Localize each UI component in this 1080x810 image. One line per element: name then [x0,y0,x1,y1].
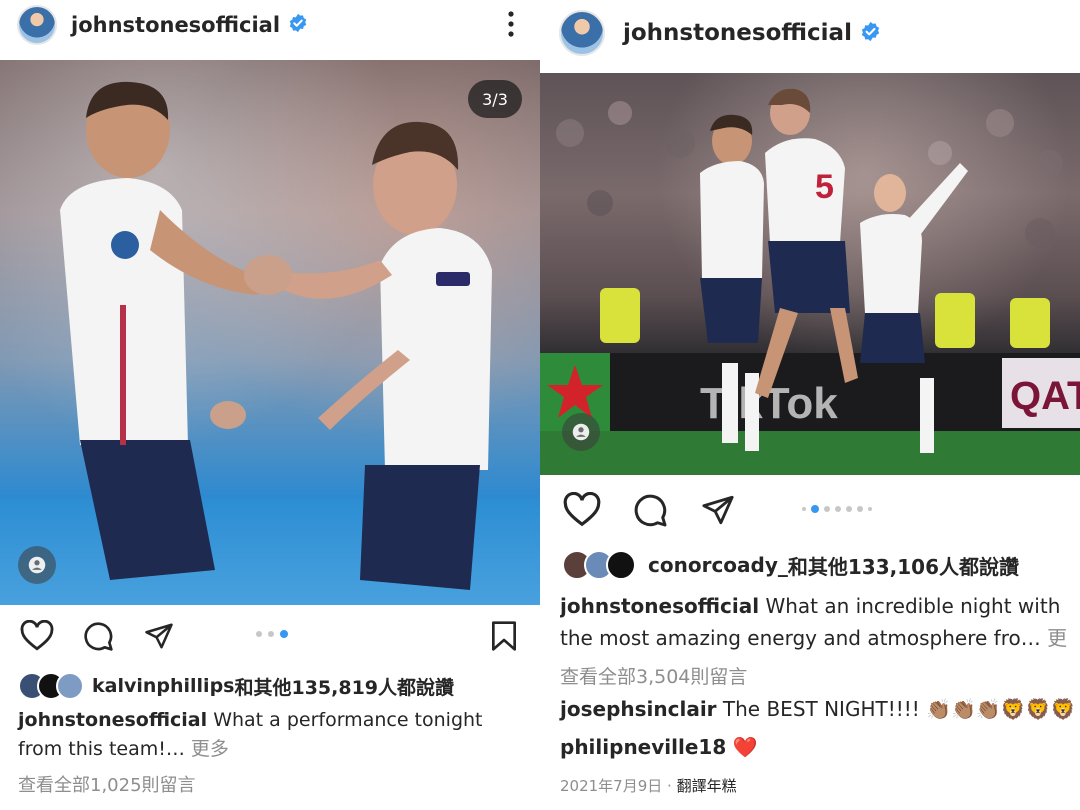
like-heart-icon[interactable] [20,620,54,652]
post-date-row: 2021年7月9日 · 翻譯年糕 [560,775,737,796]
svg-text:QAT: QAT [1010,374,1080,418]
post-header: johnstonesofficial [17,5,308,45]
carousel-dot-active [811,505,819,513]
comment-username[interactable]: philipneville18 [560,735,726,759]
verified-badge-icon [288,13,308,37]
right-post: johnstonesofficial QAT TikTok 5 conorcoa… [540,0,1080,810]
username[interactable]: johnstonesofficial [71,13,280,37]
comment-bubble-icon[interactable] [82,620,114,652]
liker-avatar [56,672,84,700]
share-send-icon[interactable] [700,493,736,527]
likes-row[interactable]: conorcoady_ 和其他133,106人都說讚 [562,550,1019,580]
view-all-comments-link[interactable]: 查看全部3,504則留言 [560,662,747,689]
tagged-users-icon[interactable] [562,413,600,451]
comment-text: The BEST NIGHT!!!! 👏🏽👏🏽👏🏽🦁🦁🦁 [722,697,1076,721]
players-celebration-image: QAT TikTok 5 [540,88,1080,475]
likes-username[interactable]: conorcoady_ [648,553,788,577]
comment-username[interactable]: josephsinclair [560,697,717,721]
carousel-dot [868,507,872,511]
left-post: johnstonesofficial 3/3 kalvinphillips 和其… [0,0,540,810]
likes-count-text: 和其他133,106人都說讚 [787,554,1019,579]
carousel-dots [802,505,872,513]
verified-badge-icon [860,21,881,46]
likes-username[interactable]: kalvinphillips [92,675,234,697]
profile-avatar[interactable] [559,10,605,56]
carousel-dot [256,631,262,637]
date-separator: · [667,777,677,795]
caption-username[interactable]: johnstonesofficial [18,709,207,731]
carousel-dot [835,506,841,512]
post-photo[interactable]: QAT TikTok 5 [540,73,1080,475]
comment-text: ❤️ [732,735,758,759]
post-date: 2021年7月9日 [560,777,663,795]
carousel-dot [857,506,863,512]
svg-text:5: 5 [815,168,834,206]
post-header: johnstonesofficial [559,10,881,56]
carousel-dot [802,507,806,511]
comment-bubble-icon[interactable] [632,492,668,528]
more-options-icon[interactable] [503,10,519,38]
tagged-users-icon[interactable] [18,546,56,584]
username[interactable]: johnstonesofficial [623,20,852,46]
caption-more-link[interactable]: 更多 [191,738,229,760]
post-caption: johnstonesofficial What a performance to… [18,706,528,764]
carousel-dot [824,506,830,512]
caption-username[interactable]: johnstonesofficial [560,594,759,618]
likes-count-text: 和其他135,819人都說讚 [234,676,455,699]
profile-avatar[interactable] [17,5,57,45]
share-send-icon[interactable] [143,621,175,651]
translate-link[interactable]: 翻譯年糕 [677,777,737,795]
players-handshake-image [0,81,540,605]
carousel-dot-active [280,630,288,638]
liker-avatar [606,550,636,580]
carousel-dot [846,506,852,512]
comment-item: philipneville18 ❤️ [560,735,1078,759]
post-photo[interactable]: 3/3 [0,60,540,605]
carousel-counter: 3/3 [468,80,522,118]
view-all-comments-link[interactable]: 查看全部1,025則留言 [18,771,196,797]
post-caption: johnstonesofficial What an incredible ni… [560,590,1078,654]
carousel-dots [256,630,288,638]
likes-row[interactable]: kalvinphillips 和其他135,819人都說讚 [18,672,454,700]
save-bookmark-icon[interactable] [490,620,518,652]
like-heart-icon[interactable] [563,492,601,528]
carousel-dot [268,631,274,637]
comment-item: josephsinclair The BEST NIGHT!!!! 👏🏽👏🏽👏🏽… [560,697,1078,721]
